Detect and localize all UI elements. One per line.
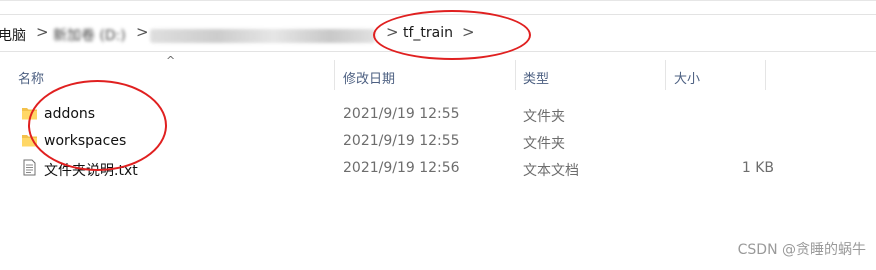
breadcrumb-item-drive[interactable]: 新加卷 (D:) — [53, 25, 126, 45]
column-header-name[interactable]: 名称 — [18, 68, 44, 87]
annotation-ellipse — [28, 80, 167, 171]
column-divider[interactable] — [765, 60, 766, 90]
file-type: 文本文档 — [523, 163, 579, 179]
breadcrumb-chevron-icon[interactable]: > — [36, 23, 49, 41]
breadcrumb-chevron-icon[interactable]: > — [136, 23, 149, 41]
top-border — [0, 0, 876, 1]
watermark: CSDN @贪睡的蜗牛 — [737, 242, 866, 258]
text-file-icon — [23, 159, 36, 176]
breadcrumb-item-pc[interactable]: 电脑 — [0, 25, 26, 45]
file-type: 文件夹 — [523, 109, 565, 125]
column-header-type[interactable]: 类型 — [523, 68, 549, 87]
sort-up-icon: ^ — [166, 54, 176, 67]
column-divider[interactable] — [665, 60, 666, 90]
file-type: 文件夹 — [523, 136, 565, 152]
file-modified: 2021/9/19 12:56 — [343, 160, 460, 176]
file-modified: 2021/9/19 12:55 — [343, 106, 460, 122]
redacted-path-blur — [150, 29, 375, 43]
column-divider[interactable] — [515, 60, 516, 90]
file-modified: 2021/9/19 12:55 — [343, 133, 460, 149]
annotation-ellipse — [373, 10, 531, 60]
column-divider[interactable] — [334, 60, 335, 90]
column-header-modified[interactable]: 修改日期 — [343, 68, 395, 87]
file-size: 1 KB — [741, 160, 774, 176]
column-header-size[interactable]: 大小 — [674, 68, 700, 87]
